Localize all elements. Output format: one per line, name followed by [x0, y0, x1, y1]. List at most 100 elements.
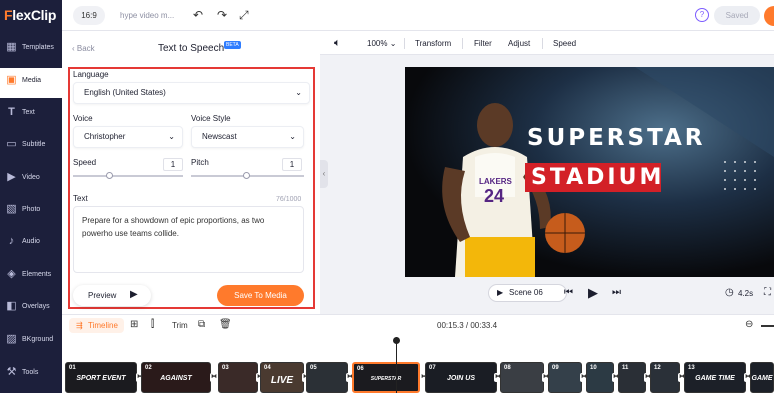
sidebar-item-elements[interactable]: ◈ Elements — [0, 262, 62, 292]
clip-number: 05 — [310, 365, 317, 371]
elements-icon: ◈ — [7, 268, 16, 280]
fullscreen-preview-icon[interactable]: ⛶ — [764, 287, 771, 298]
sidebar-item-label: Audio — [22, 238, 40, 245]
timeline-clip[interactable]: 02 AGAINST — [141, 362, 211, 393]
preview-button[interactable]: Preview ▶ — [73, 285, 151, 306]
text-input[interactable]: Prepare for a showdown of epic proportio… — [73, 206, 304, 273]
playhead-handle[interactable] — [393, 337, 400, 344]
clip-number: 02 — [145, 365, 152, 371]
next-scene-icon[interactable]: ⏭︎ — [612, 287, 621, 298]
sidebar-item-label: Photo — [22, 206, 41, 213]
split-icon[interactable]: ⫿ — [151, 319, 154, 331]
app-logo[interactable]: FlexClip — [4, 7, 56, 23]
sidebar-item-label: Video — [22, 174, 40, 181]
timeline-clip[interactable]: 10 — [586, 362, 614, 393]
timeline-clip[interactable]: 08 — [500, 362, 544, 393]
sidebar-item-label: Tools — [22, 369, 39, 376]
divider — [542, 38, 543, 49]
volume-icon[interactable]: 🔈︎ — [334, 37, 341, 50]
media-icon: ▣ — [6, 74, 17, 86]
timeline-clip[interactable]: 05 — [306, 362, 348, 393]
timeline-clip[interactable]: 03 — [218, 362, 258, 393]
play-button[interactable]: ▶ — [588, 285, 598, 301]
voice-style-label: Voice Style — [191, 114, 231, 123]
voice-style-value: Newscast — [202, 132, 237, 141]
clip-caption: SUPERSTAR — [370, 376, 402, 382]
collapse-panel-button[interactable]: ‹ — [320, 160, 328, 188]
clip-caption: GAME TIME — [695, 375, 735, 382]
panel-title: Text to Speech — [158, 43, 225, 54]
saved-button[interactable]: Saved — [714, 6, 760, 25]
speed-value-input[interactable]: 1 — [163, 158, 183, 171]
chevron-down-icon: ⌄ — [389, 39, 397, 48]
save-to-media-button[interactable]: Save To Media — [217, 285, 304, 306]
timeline-label: Timeline — [88, 321, 118, 330]
timeline-clip[interactable]: 12 — [650, 362, 680, 393]
transform-button[interactable]: Transform — [415, 39, 451, 48]
language-select[interactable]: English (United States) ⌄ — [73, 82, 310, 104]
aspect-ratio-button[interactable]: 16:9 — [73, 6, 105, 25]
add-scene-icon[interactable]: ⊞ — [130, 319, 138, 331]
clip-number: 11 — [622, 365, 629, 371]
playhead[interactable] — [396, 337, 397, 393]
sidebar-item-video[interactable]: ▶ Video — [0, 165, 62, 195]
adjust-button[interactable]: Adjust — [508, 39, 530, 48]
timeline-clip[interactable]: 09 — [548, 362, 582, 393]
speed-slider[interactable] — [73, 175, 183, 177]
chevron-down-icon: ⌄ — [295, 88, 302, 97]
timeline-toggle-button[interactable]: ⇶ Timeline — [69, 318, 124, 333]
speed-button[interactable]: Speed — [553, 39, 576, 48]
sidebar-item-text[interactable]: T Text — [0, 100, 62, 130]
clip-caption: JOIN US — [446, 375, 475, 382]
timeline-clip[interactable]: 11 — [618, 362, 646, 393]
photo-icon: ▧ — [6, 203, 17, 215]
previous-scene-icon[interactable]: ⏮︎ — [564, 287, 573, 298]
playback-bar: ▶ Scene 06 ⏮︎ ▶ ⏭︎ ◷ 4.2s ⛶ — [320, 281, 774, 305]
sidebar-item-media[interactable]: ▣ Media — [0, 68, 62, 98]
scene-duration[interactable]: 4.2s — [738, 289, 753, 298]
sidebar-item-templates[interactable]: ▦ Templates — [0, 35, 62, 65]
transition-icon[interactable]: ⧓ — [210, 373, 218, 382]
filter-button[interactable]: Filter — [474, 39, 492, 48]
voice-select[interactable]: Christopher ⌄ — [73, 126, 183, 148]
clip-number: 03 — [222, 365, 229, 371]
speed-slider-handle[interactable] — [106, 172, 113, 179]
back-button[interactable]: ‹ Back — [72, 44, 95, 53]
sidebar-item-background[interactable]: ▨ BKground — [0, 327, 62, 357]
pitch-slider-handle[interactable] — [243, 172, 250, 179]
project-name[interactable]: hype video m... — [120, 11, 174, 20]
video-title-line2: STADIUM — [531, 165, 665, 190]
sidebar-item-photo[interactable]: ▧ Photo — [0, 197, 62, 227]
pitch-value-input[interactable]: 1 — [282, 158, 302, 171]
sidebar-item-subtitle[interactable]: ▭ Subtitle — [0, 132, 62, 162]
timeline-clip-selected[interactable]: 06 SUPERSTAR — [352, 362, 420, 393]
scene-selector[interactable]: ▶ Scene 06 — [488, 284, 567, 302]
video-title-line1: SUPERSTAR — [527, 125, 706, 151]
zoom-out-icon[interactable]: ⊖ — [745, 319, 753, 331]
clip-caption: LIVE — [270, 375, 294, 386]
sidebar-item-audio[interactable]: ♪ Audio — [0, 229, 62, 259]
clip-number: 07 — [429, 365, 436, 371]
timeline-clip[interactable]: GAME — [750, 362, 774, 393]
sidebar-item-label: Text — [22, 109, 35, 116]
zoom-slider[interactable] — [761, 325, 774, 327]
delete-icon[interactable]: 🗑︎ — [219, 319, 232, 331]
timeline-clip[interactable]: 13 GAME TIME — [684, 362, 746, 393]
timeline-clip[interactable]: 04 LIVE — [260, 362, 304, 393]
export-button[interactable] — [764, 6, 774, 26]
timeline-toolbar: ⇶ Timeline ⊞ ⫿ Trim ⧉ 🗑︎ 00:15.3 / 00:33… — [62, 314, 774, 336]
zoom-select[interactable]: 100% ⌄ — [367, 39, 396, 48]
video-preview[interactable]: SUPERSTAR STADIUM LAKERS 24 — [405, 67, 774, 277]
timeline-clip[interactable]: 07 JOIN US — [425, 362, 497, 393]
undo-icon[interactable]: ↶ — [193, 8, 203, 22]
duplicate-icon[interactable]: ⧉ — [198, 319, 205, 331]
trim-button[interactable]: Trim — [172, 320, 188, 332]
sidebar-item-overlays[interactable]: ◧ Overlays — [0, 294, 62, 324]
redo-icon[interactable]: ↷ — [217, 8, 227, 22]
sidebar-item-tools[interactable]: ⚒ Tools — [0, 360, 62, 390]
divider — [404, 38, 405, 49]
help-icon[interactable]: ? — [695, 8, 709, 22]
timeline-clip[interactable]: 01 SPORT EVENT — [65, 362, 137, 393]
voice-style-select[interactable]: Newscast ⌄ — [191, 126, 304, 148]
fullscreen-icon[interactable]: ⤢ — [239, 8, 249, 22]
